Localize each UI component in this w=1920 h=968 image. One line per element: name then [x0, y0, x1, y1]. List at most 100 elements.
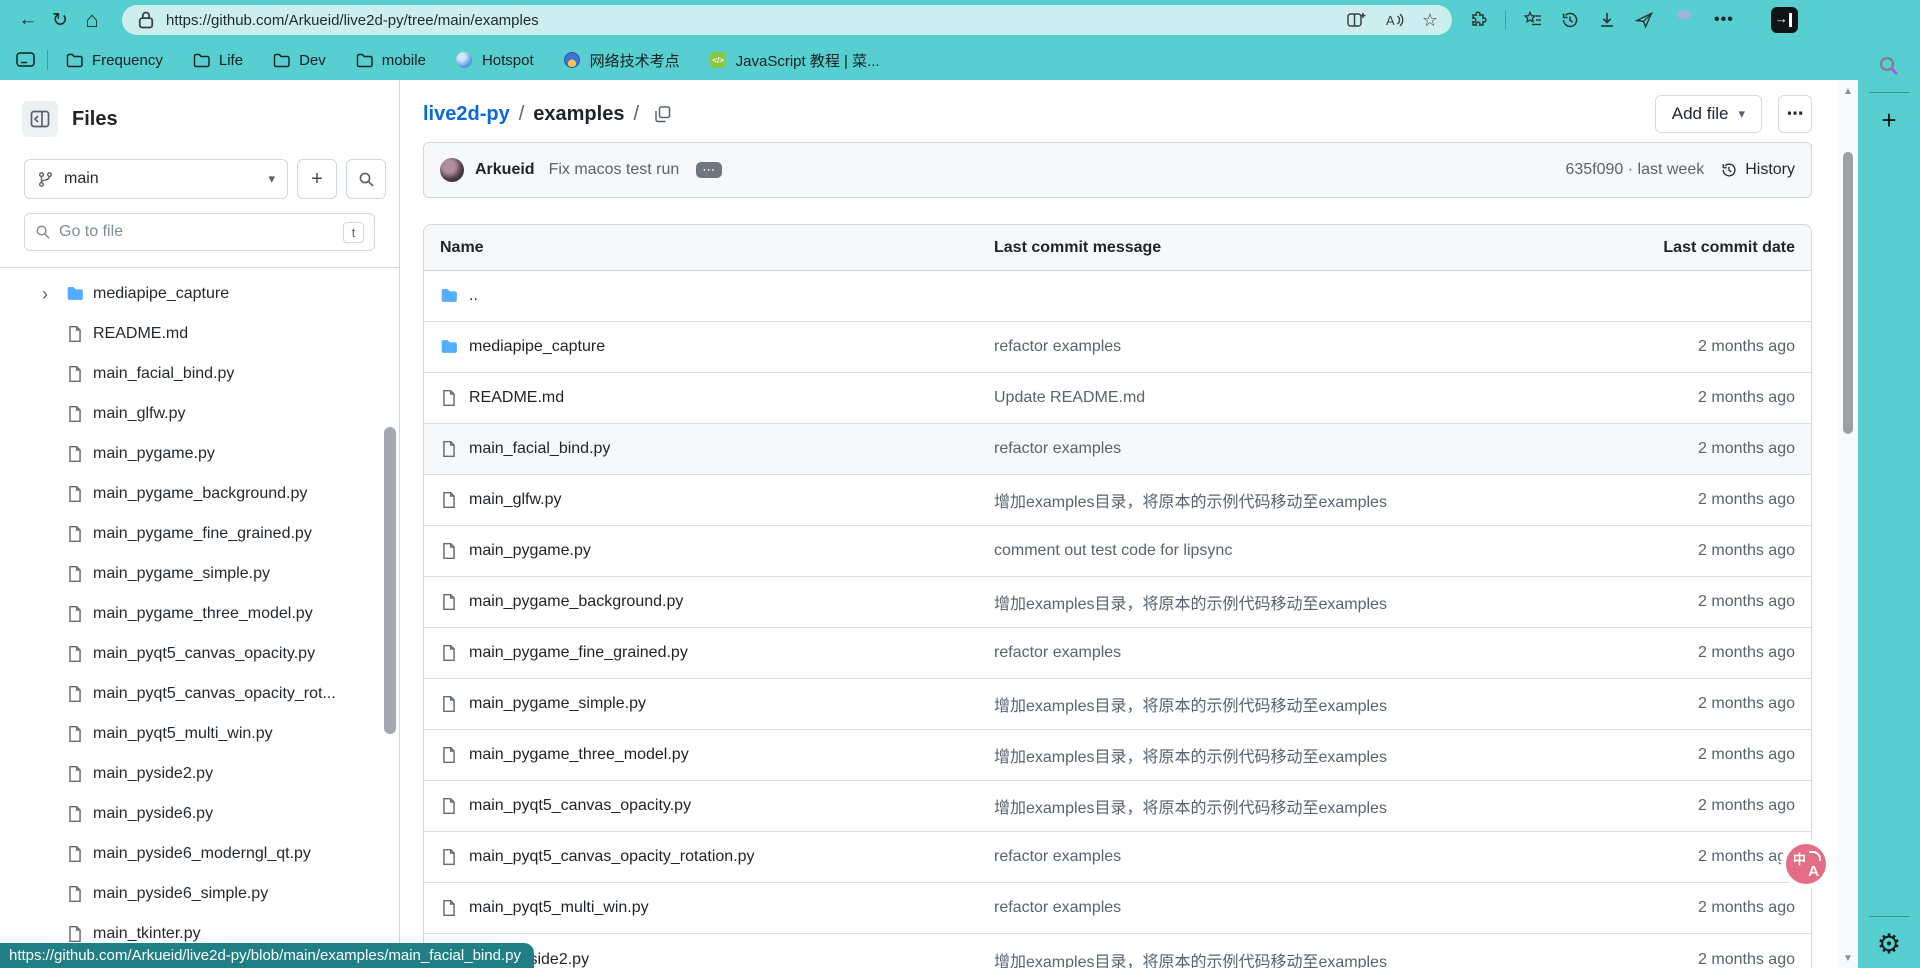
more-options-button[interactable]: ⋯ — [1778, 95, 1812, 133]
commit-message-cell[interactable]: refactor examples — [994, 440, 1571, 458]
add-file-button[interactable]: Add file ▾ — [1655, 95, 1762, 133]
profile-avatar[interactable] — [1671, 7, 1697, 33]
history-link[interactable]: History — [1720, 161, 1795, 179]
new-file-button[interactable]: + — [297, 159, 337, 199]
file-name-link[interactable]: main_pyqt5_canvas_opacity.py — [469, 797, 691, 815]
file-name-link[interactable]: mediapipe_capture — [469, 338, 605, 356]
tree-item[interactable]: › main_glfw.py — [8, 394, 391, 434]
tree-item[interactable]: › README.md — [8, 314, 391, 354]
commit-message-cell[interactable]: Update README.md — [994, 389, 1571, 407]
tree-item[interactable]: › main_pyside6_moderngl_qt.py — [8, 834, 391, 874]
bookmark-item[interactable]: </> JavaScript 教程 | 菜... — [698, 46, 892, 74]
file-name-link[interactable]: main_pygame_three_model.py — [469, 746, 689, 764]
back-icon[interactable]: ← — [12, 5, 44, 35]
commit-message-cell[interactable]: 增加examples目录，将原本的示例代码移动至examples — [994, 794, 1571, 818]
file-name-link[interactable]: main_pyqt5_multi_win.py — [469, 899, 649, 917]
file-name-link[interactable]: main_glfw.py — [469, 491, 562, 509]
commit-message-cell[interactable]: comment out test code for lipsync — [994, 542, 1571, 560]
tree-item[interactable]: › main_pyqt5_multi_win.py — [8, 714, 391, 754]
goto-file-field[interactable]: t — [24, 213, 375, 251]
tree-item[interactable]: › main_pyside6_simple.py — [8, 874, 391, 914]
bookmark-item[interactable]: </> 网络技术考点 — [552, 46, 692, 74]
table-row[interactable]: main_pygame_background.py 增加examples目录，将… — [424, 577, 1811, 628]
tree-item[interactable]: › main_pyside2.py — [8, 754, 391, 794]
table-row[interactable]: main_pyqt5_canvas_opacity_rotation.py re… — [424, 832, 1811, 883]
table-row[interactable]: README.md Update README.md 2 months ago — [424, 373, 1811, 424]
tree-item[interactable]: › main_pygame_fine_grained.py — [8, 514, 391, 554]
table-row[interactable]: main_pyqt5_multi_win.py refactor example… — [424, 883, 1811, 934]
favorites-list-icon[interactable] — [1523, 10, 1543, 30]
table-row[interactable]: main_pygame_simple.py 增加examples目录，将原本的示… — [424, 679, 1811, 730]
bing-search-icon[interactable] — [1877, 54, 1901, 78]
commit-message-cell[interactable]: refactor examples — [994, 848, 1571, 866]
tree-item[interactable]: › main_pygame.py — [8, 434, 391, 474]
tree-item[interactable]: › mediapipe_capture — [8, 274, 391, 314]
table-row[interactable]: main_pygame.py comment out test code for… — [424, 526, 1811, 577]
chevron-right-icon[interactable]: › — [42, 285, 66, 303]
file-name-link[interactable]: main_pygame_background.py — [469, 593, 683, 611]
copy-path-icon[interactable] — [653, 105, 672, 124]
add-sidebar-item-icon[interactable]: + — [1881, 107, 1896, 133]
history-icon[interactable] — [1560, 10, 1580, 30]
settings-more-icon[interactable]: ••• — [1714, 11, 1734, 29]
reload-icon[interactable]: ↻ — [44, 5, 76, 35]
split-screen-icon[interactable] — [1346, 10, 1366, 30]
branch-selector[interactable]: main ▾ — [24, 159, 288, 199]
downloads-icon[interactable] — [1597, 10, 1617, 30]
bookmark-item[interactable]: </> Dev — [261, 46, 338, 74]
table-row[interactable]: mediapipe_capture refactor examples 2 mo… — [424, 322, 1811, 373]
tree-item[interactable]: › main_pyqt5_canvas_opacity.py — [8, 634, 391, 674]
scroll-down-arrow[interactable]: ▼ — [1838, 953, 1858, 964]
bookmark-item[interactable]: </> Life — [181, 46, 255, 74]
file-name-link[interactable]: main_pygame.py — [469, 542, 591, 560]
table-row[interactable]: main_pygame_three_model.py 增加examples目录，… — [424, 730, 1811, 781]
collapse-sidebar-button[interactable] — [22, 101, 58, 137]
commit-author-avatar[interactable] — [440, 158, 464, 182]
commit-message-cell[interactable]: 增加examples目录，将原本的示例代码移动至examples — [994, 743, 1571, 767]
breadcrumb-repo-link[interactable]: live2d-py — [423, 103, 510, 126]
bookmark-item[interactable]: </> mobile — [344, 46, 438, 74]
search-files-button[interactable] — [346, 159, 386, 199]
home-icon[interactable]: ⌂ — [76, 5, 108, 35]
translate-button[interactable]: 中 A — [1786, 844, 1826, 884]
table-row[interactable]: main_facial_bind.py refactor examples 2 … — [424, 424, 1811, 475]
tree-item[interactable]: › main_pygame_background.py — [8, 474, 391, 514]
table-row[interactable]: main_pyside2.py 增加examples目录，将原本的示例代码移动至… — [424, 934, 1811, 968]
commit-author[interactable]: Arkueid — [475, 161, 535, 179]
file-name-link[interactable]: .. — [469, 287, 478, 305]
read-aloud-icon[interactable]: A — [1384, 10, 1404, 30]
file-name-link[interactable]: main_pyqt5_canvas_opacity_rotation.py — [469, 848, 755, 866]
commit-message-cell[interactable]: 增加examples目录，将原本的示例代码移动至examples — [994, 692, 1571, 716]
commit-message-link[interactable]: Fix macos test run — [549, 161, 680, 179]
commit-message-cell[interactable]: 增加examples目录，将原本的示例代码移动至examples — [994, 488, 1571, 512]
file-name-link[interactable]: main_pygame_simple.py — [469, 695, 646, 713]
tree-item[interactable]: › main_facial_bind.py — [8, 354, 391, 394]
tree-item[interactable]: › main_pygame_three_model.py — [8, 594, 391, 634]
commit-message-cell[interactable]: 增加examples目录，将原本的示例代码移动至examples — [994, 948, 1571, 968]
goto-file-input[interactable] — [59, 223, 335, 241]
tree-item[interactable]: › main_pyqt5_canvas_opacity_rot... — [8, 674, 391, 714]
table-row[interactable]: main_pygame_fine_grained.py refactor exa… — [424, 628, 1811, 679]
sidebar-scrollbar-thumb[interactable] — [384, 427, 396, 734]
send-icon[interactable] — [1634, 10, 1654, 30]
tree-item[interactable]: › main_pyside6.py — [8, 794, 391, 834]
commit-message-cell[interactable]: 增加examples目录，将原本的示例代码移动至examples — [994, 590, 1571, 614]
scroll-up-arrow[interactable]: ▲ — [1838, 86, 1858, 97]
table-row[interactable]: main_glfw.py 增加examples目录，将原本的示例代码移动至exa… — [424, 475, 1811, 526]
commit-message-cell[interactable]: refactor examples — [994, 644, 1571, 662]
extensions-icon[interactable] — [1468, 10, 1488, 30]
tree-item[interactable]: › main_pygame_simple.py — [8, 554, 391, 594]
file-name-link[interactable]: README.md — [469, 389, 564, 407]
table-row[interactable]: main_pyqt5_canvas_opacity.py 增加examples目… — [424, 781, 1811, 832]
commit-message-cell[interactable]: refactor examples — [994, 899, 1571, 917]
sidebar-toggle-icon[interactable]: → — [1771, 7, 1798, 33]
favorite-star-icon[interactable]: ☆ — [1422, 10, 1438, 31]
file-name-link[interactable]: main_facial_bind.py — [469, 440, 610, 458]
commit-expand-icon[interactable]: ⋯ — [696, 162, 722, 178]
file-name-link[interactable]: main_pygame_fine_grained.py — [469, 644, 688, 662]
bookmark-item[interactable]: </> Frequency — [54, 46, 175, 74]
bookmark-item[interactable]: </> Hotspot — [444, 46, 546, 74]
address-bar[interactable]: https://github.com/Arkueid/live2d-py/tre… — [122, 5, 1452, 35]
table-row[interactable]: .. — [424, 271, 1811, 322]
gear-icon[interactable]: ⚙ — [1877, 931, 1901, 958]
